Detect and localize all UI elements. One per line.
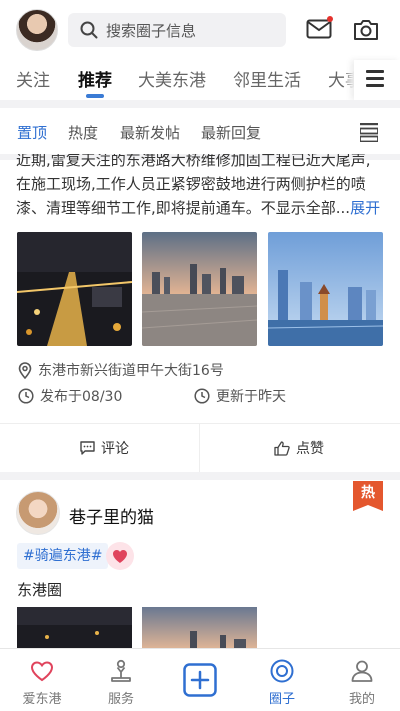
post-text-clip: 近期,雷复天注的东港路大桥维修加固工程已近大尾声, 在施工现场,工作人员正紧锣密… xyxy=(0,154,400,224)
post-text-line: 漆、清理等细节工作,即将提前通车。不显示全部...展开 xyxy=(16,196,386,220)
sort-bar: 置顶 热度 最新发帖 最新回复 xyxy=(0,108,400,154)
post-body[interactable]: 近期,雷复天注的东港路大桥维修加固工程已近大尾声, 在施工现场,工作人员正紧锣密… xyxy=(16,154,386,220)
post-text-line-end: 漆、清理等细节工作,即将提前通车。不显示全部... xyxy=(16,199,351,217)
comment-button[interactable]: 评论 xyxy=(80,438,129,458)
post2-image-night[interactable] xyxy=(17,607,132,649)
user-avatar[interactable] xyxy=(16,9,58,51)
sort-hot[interactable]: 热度 xyxy=(68,122,98,143)
comment-label: 评论 xyxy=(101,441,129,457)
tabs-menu-button[interactable] xyxy=(354,60,400,100)
post-actions: 评论 点赞 xyxy=(0,423,400,473)
post-updated: 更新于昨天 xyxy=(194,386,286,406)
post2-image-city[interactable] xyxy=(142,607,257,649)
actions-divider xyxy=(199,424,200,473)
category-tabs: 关注 推荐 大美东港 邻里生活 大事 xyxy=(0,60,400,100)
tabs-fade xyxy=(344,60,354,100)
list-view-icon[interactable] xyxy=(360,122,378,142)
notification-dot xyxy=(327,16,333,22)
search-icon xyxy=(80,21,98,39)
like-button[interactable]: 点赞 xyxy=(274,438,324,458)
sort-latest-post[interactable]: 最新发帖 xyxy=(120,122,180,143)
heart-badge xyxy=(106,542,134,570)
top-bar: 搜索圈子信息 xyxy=(0,0,400,60)
post-image-lighthouse[interactable] xyxy=(268,232,383,346)
updated-text: 更新于昨天 xyxy=(216,389,286,405)
comment-icon xyxy=(80,441,95,455)
nav-me[interactable]: 我的 xyxy=(322,649,400,711)
author-name[interactable]: 巷子里的猫 xyxy=(69,503,154,528)
post-image-night-bridge[interactable] xyxy=(17,232,132,346)
tab-damei-donggang[interactable]: 大美东港 xyxy=(138,66,206,91)
thumbs-up-icon xyxy=(274,440,290,456)
section-divider xyxy=(0,100,400,108)
menu-icon-bar xyxy=(366,84,384,87)
nav-label: 我的 xyxy=(348,692,375,707)
post-published: 发布于08/30 xyxy=(18,386,122,406)
circle-target-icon xyxy=(270,659,294,683)
tab-neighborhood[interactable]: 邻里生活 xyxy=(233,66,301,91)
heart-icon xyxy=(113,550,127,563)
bottom-nav: 爱东港 服务 圈子 我的 xyxy=(0,648,400,711)
sort-latest-reply[interactable]: 最新回复 xyxy=(201,122,261,143)
heart-outline-icon xyxy=(30,661,54,682)
nav-label: 爱东港 xyxy=(22,692,62,707)
nav-label: 服务 xyxy=(107,692,134,707)
nav-circle[interactable]: 圈子 xyxy=(242,649,322,711)
post-location: 东港市新兴街道甲午大街16号 xyxy=(18,360,224,380)
circle-name[interactable]: 东港圈 xyxy=(17,579,62,600)
clock-icon xyxy=(194,388,210,404)
nav-label: 圈子 xyxy=(268,692,295,707)
menu-icon-bar xyxy=(366,70,384,73)
author-avatar[interactable] xyxy=(16,491,60,535)
nav-love-donggang[interactable]: 爱东港 xyxy=(2,649,82,711)
menu-icon-bar xyxy=(366,77,384,80)
location-pin-icon xyxy=(18,361,32,379)
post-text-line: 在施工现场,工作人员正紧锣密鼓地进行两侧护栏的喷 xyxy=(16,175,366,193)
search-placeholder: 搜索圈子信息 xyxy=(106,21,197,40)
camera-icon[interactable] xyxy=(352,18,380,42)
nav-services[interactable]: 服务 xyxy=(81,649,161,711)
post-image-city-plaza[interactable] xyxy=(142,232,257,346)
topic-tag[interactable]: #骑遍东港# xyxy=(17,543,109,569)
hot-badge: 热 xyxy=(353,481,383,511)
search-box[interactable]: 搜索圈子信息 xyxy=(68,13,286,47)
tab-follow[interactable]: 关注 xyxy=(16,66,50,91)
bell-service-icon xyxy=(111,659,131,682)
published-text: 发布于08/30 xyxy=(40,389,123,405)
plus-square-icon xyxy=(183,663,217,697)
post-text-line: 近期,雷复天注的东港路大桥维修加固工程已近大尾声, xyxy=(16,154,371,169)
active-tab-indicator xyxy=(86,94,104,98)
like-label: 点赞 xyxy=(296,441,324,457)
expand-link[interactable]: 展开 xyxy=(350,199,380,217)
user-icon xyxy=(351,660,373,682)
sort-pinned[interactable]: 置顶 xyxy=(17,122,47,143)
section-divider xyxy=(0,472,400,480)
nav-create-post[interactable] xyxy=(160,649,240,711)
clock-icon xyxy=(18,388,34,404)
tab-recommend[interactable]: 推荐 xyxy=(78,66,112,91)
location-text: 东港市新兴街道甲午大街16号 xyxy=(38,363,224,379)
